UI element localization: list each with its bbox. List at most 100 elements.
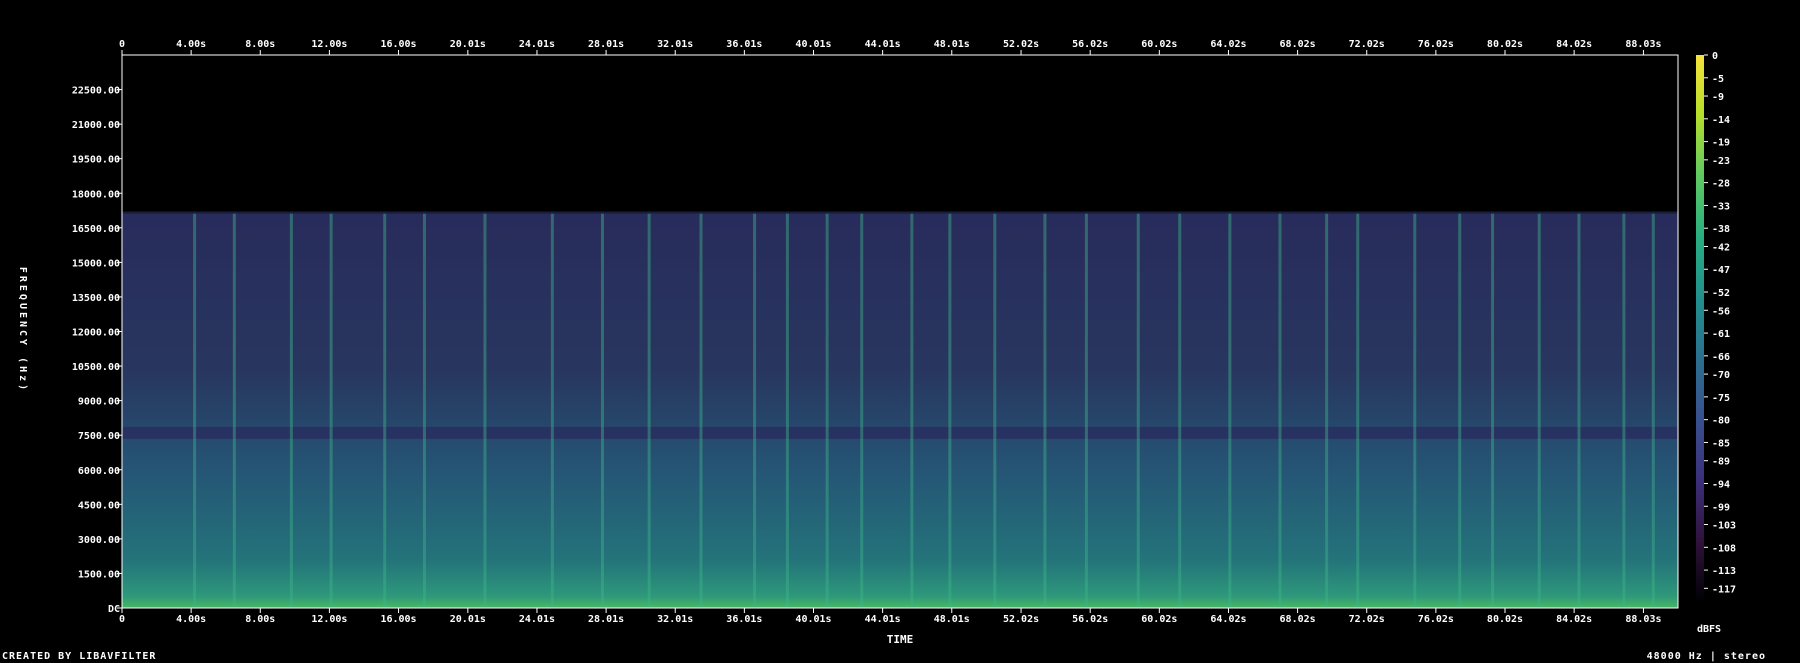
y-tick-label-6: 9000.00 (78, 397, 120, 408)
y-tick-label-12: 18000.00 (72, 189, 120, 200)
plot-area (121, 54, 1679, 609)
colorbar-tick-label-25: -117 (1712, 584, 1736, 595)
x-axis-label: TIME (887, 633, 914, 646)
x-tick-top-label-5: 20.01s (450, 39, 486, 50)
y-tick-label-13: 19500.00 (72, 155, 120, 166)
transient-4 (383, 211, 387, 608)
transient-6 (483, 211, 487, 608)
x-tick-bottom-label-10: 40.01s (795, 614, 831, 625)
transient-8 (600, 211, 604, 608)
x-tick-top-label-16: 64.02s (1210, 39, 1246, 50)
transient-2 (289, 211, 293, 608)
y-tick-label-5: 7500.00 (78, 431, 120, 442)
colorbar-tick-label-22: -103 (1712, 521, 1736, 532)
colorbar-tick-label-17: -80 (1712, 416, 1730, 427)
colorbar-tick-label-19: -89 (1712, 457, 1730, 468)
transient-31 (1622, 211, 1626, 608)
x-tick-top-label-17: 68.02s (1280, 39, 1316, 50)
transient-26 (1413, 211, 1417, 608)
x-tick-top-label-14: 56.02s (1072, 39, 1108, 50)
transient-25 (1356, 211, 1360, 608)
spectral-energy-area (122, 211, 1678, 608)
x-tick-bottom-label-1: 4.00s (176, 614, 206, 625)
colorbar-tick-label-23: -108 (1712, 543, 1736, 554)
x-tick-bottom-label-14: 56.02s (1072, 614, 1108, 625)
transient-11 (753, 211, 757, 608)
colorbar-tick-label-13: -61 (1712, 329, 1730, 340)
x-tick-top-label-1: 4.00s (176, 39, 206, 50)
colorbar-ticks: 0 -5 -9 -14 -19 -23 -28 -33 -38 -42 -47 -52 -56 -61 -6… (1704, 51, 1736, 595)
colorbar-tick-label-1: -5 (1712, 74, 1724, 85)
colorbar-tick-label-10: -47 (1712, 265, 1730, 276)
colorbar-tick-label-9: -42 (1712, 242, 1730, 253)
spectrogram-chart: 0 4.00s 8.00s 12.00s 16.00s 20.01s 24.01s 28.01… (17, 39, 1736, 646)
transient-32 (1651, 211, 1655, 608)
x-tick-bottom-label-20: 80.02s (1487, 614, 1523, 625)
colorbar: 0 -5 -9 -14 -19 -23 -28 -33 -38 -42 -47 -52 -56 -61 -6… (1696, 51, 1736, 635)
y-tick-label-3: 4500.00 (78, 500, 120, 511)
x-tick-bottom-label-11: 44.01s (865, 614, 901, 625)
colorbar-tick-label-8: -38 (1712, 224, 1730, 235)
y-tick-label-9: 13500.00 (72, 293, 120, 304)
colorbar-tick-label-3: -14 (1712, 115, 1730, 126)
x-tick-bottom-label-16: 64.02s (1210, 614, 1246, 625)
colorbar-tick-label-12: -56 (1712, 306, 1730, 317)
x-tick-top-label-18: 72.02s (1349, 39, 1385, 50)
y-tick-label-0: DC (108, 604, 120, 615)
transient-7 (550, 211, 554, 608)
x-tick-bottom-label-21: 84.02s (1556, 614, 1592, 625)
transient-18 (1043, 211, 1047, 608)
y-tick-label-10: 15000.00 (72, 258, 120, 269)
colorbar-tick-label-4: -19 (1712, 138, 1730, 149)
y-tick-label-8: 12000.00 (72, 328, 120, 339)
x-tick-bottom-label-4: 16.00s (380, 614, 416, 625)
credit-text: CREATED BY LIBAVFILTER (2, 651, 157, 662)
x-tick-top-label-11: 44.01s (865, 39, 901, 50)
colorbar-tick-label-20: -94 (1712, 479, 1730, 490)
transient-30 (1577, 211, 1581, 608)
y-tick-label-7: 10500.00 (72, 362, 120, 373)
colorbar-tick-label-0: 0 (1712, 51, 1718, 62)
transient-19 (1084, 211, 1088, 608)
x-tick-bottom-label-18: 72.02s (1349, 614, 1385, 625)
x-tick-top-label-15: 60.02s (1141, 39, 1177, 50)
transient-0 (193, 211, 197, 608)
cutoff-edge (122, 211, 1678, 214)
transient-24 (1325, 211, 1329, 608)
x-tick-bottom-label-8: 32.01s (657, 614, 693, 625)
y-tick-label-4: 6000.00 (78, 466, 120, 477)
transient-12 (785, 211, 789, 608)
colorbar-tick-label-14: -66 (1712, 352, 1730, 363)
transient-15 (910, 211, 914, 608)
x-tick-top-label-21: 84.02s (1556, 39, 1592, 50)
x-tick-bottom-label-7: 28.01s (588, 614, 624, 625)
x-axis-bottom: 0 4.00s 8.00s 12.00s 16.00s 20.01s 24.01s 28.01… (119, 608, 1661, 625)
x-tick-top-label-12: 48.01s (934, 39, 970, 50)
x-tick-bottom-label-13: 52.02s (1003, 614, 1039, 625)
colorbar-tick-label-11: -52 (1712, 288, 1730, 299)
x-tick-bottom-label-22: 88.03s (1625, 614, 1661, 625)
x-tick-top-label-6: 24.01s (519, 39, 555, 50)
transient-23 (1278, 211, 1282, 608)
x-tick-top-label-13: 52.02s (1003, 39, 1039, 50)
colorbar-tick-label-6: -28 (1712, 179, 1730, 190)
y-tick-label-11: 16500.00 (72, 224, 120, 235)
transient-29 (1537, 211, 1541, 608)
format-text: 48000 Hz | stereo (1646, 651, 1766, 662)
y-axis: DC 1500.00 3000.00 4500.00 6000.00 7500.00 900… (72, 86, 122, 615)
y-axis-label: FREQUENCY (Hz) (17, 267, 28, 393)
transient-17 (993, 211, 997, 608)
x-tick-bottom-label-17: 68.02s (1280, 614, 1316, 625)
colorbar-tick-label-24: -113 (1712, 566, 1736, 577)
transient-14 (860, 211, 864, 608)
colorbar-tick-label-15: -70 (1712, 370, 1730, 381)
x-tick-top-label-4: 16.00s (380, 39, 416, 50)
y-tick-label-15: 22500.00 (72, 86, 120, 97)
x-tick-bottom-label-6: 24.01s (519, 614, 555, 625)
x-tick-bottom-label-3: 12.00s (311, 614, 347, 625)
x-tick-bottom-label-0: 0 (119, 614, 125, 625)
colorbar-tick-label-5: -23 (1712, 156, 1730, 167)
x-tick-bottom-label-19: 76.02s (1418, 614, 1454, 625)
transient-13 (825, 211, 829, 608)
transient-10 (699, 211, 703, 608)
